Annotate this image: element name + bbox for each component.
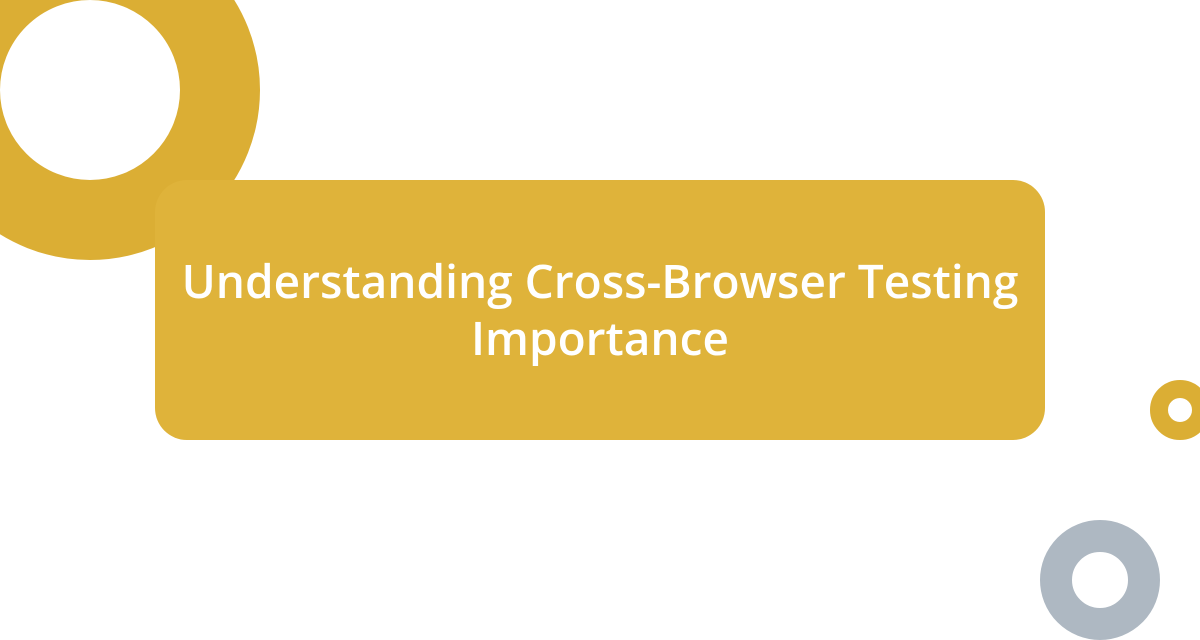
title-card: Understanding Cross-Browser Testing Impo…	[155, 180, 1045, 440]
ring-decoration-large	[1040, 520, 1160, 640]
page-title: Understanding Cross-Browser Testing Impo…	[175, 253, 1025, 368]
ring-decoration-small	[1150, 380, 1200, 440]
